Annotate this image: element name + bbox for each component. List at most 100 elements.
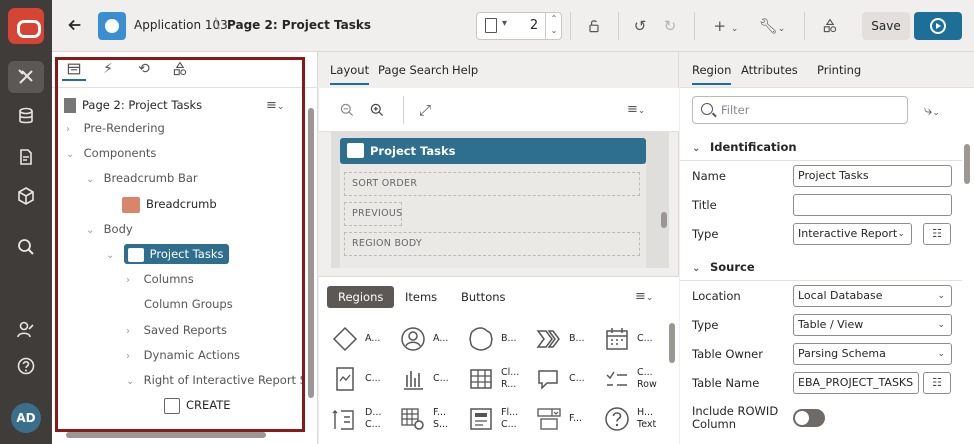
shared-components-icon[interactable]	[818, 14, 842, 38]
chevron-down-icon[interactable]: ⌄	[692, 255, 710, 283]
chevron-down-icon[interactable]: ⌄	[692, 135, 710, 163]
gallery-tab-regions[interactable]: Regions	[327, 286, 395, 308]
app-builder-tools-icon[interactable]	[8, 61, 44, 93]
gallery-item[interactable]: D... C...	[325, 399, 389, 439]
include-rowid-toggle[interactable]	[793, 409, 825, 427]
oracle-logo-icon[interactable]	[8, 8, 44, 44]
gallery-item[interactable]: Fl... C...	[461, 399, 525, 439]
gallery-item[interactable]: C...	[393, 359, 457, 399]
section-source[interactable]: ⌄ Source	[680, 253, 962, 281]
tab-page-search[interactable]: Page Search	[378, 63, 449, 83]
slot-region-body[interactable]: REGION BODY	[344, 232, 640, 256]
tab-printing[interactable]: Printing	[817, 63, 861, 83]
application-icon[interactable]	[98, 12, 126, 40]
gallery-item[interactable]: C...	[529, 359, 593, 399]
go-to-group-icon[interactable]: ⤷⌄	[920, 98, 944, 122]
slot-previous[interactable]: PREVIOUS	[344, 202, 402, 226]
create-menu-icon[interactable]: + ⌄	[708, 14, 744, 38]
gallery-item[interactable]: C...	[597, 319, 661, 359]
tree-menu-icon[interactable]: ≡⌄	[266, 98, 284, 113]
gallery-item[interactable]: B...	[461, 319, 525, 359]
tree-node-pre-rendering[interactable]: › Pre-Rendering	[66, 117, 165, 139]
gallery-tab-buttons[interactable]: Buttons	[450, 286, 517, 308]
run-page-button[interactable]	[914, 12, 962, 40]
gallery-item[interactable]: B...	[529, 319, 593, 359]
tab-attributes[interactable]: Attributes	[741, 63, 798, 83]
tab-shared-components-icon[interactable]	[168, 61, 192, 81]
tab-dynamic-actions-icon[interactable]: ⚡︎	[96, 61, 120, 81]
gallery-item[interactable]: F...	[529, 399, 593, 439]
chevron-right-icon[interactable]: ›	[126, 321, 140, 343]
gallery-menu-icon[interactable]: ≡⌄	[635, 289, 653, 304]
page-selector[interactable]: ▾ 2 ⌃ ⌄	[476, 12, 562, 40]
gallery-item[interactable]: Cl... R...	[461, 359, 525, 399]
tree-node-components[interactable]: ⌄ Components	[66, 142, 156, 164]
filter-input[interactable]	[721, 101, 901, 119]
tab-layout[interactable]: Layout	[330, 63, 370, 85]
name-field[interactable]: Project Tasks	[793, 165, 952, 187]
zoom-out-icon[interactable]	[335, 98, 359, 122]
tree-node-breadcrumb-bar[interactable]: ⌄ Breadcrumb Bar	[86, 167, 198, 189]
breadcrumb-application[interactable]: Application 103	[134, 18, 228, 32]
package-icon[interactable]	[8, 180, 44, 212]
page-number-spinner[interactable]: ⌃ ⌄	[545, 13, 562, 39]
chevron-down-icon[interactable]: ⌄	[86, 169, 100, 191]
tree-node-saved-reports[interactable]: › Saved Reports	[126, 319, 227, 341]
canvas-scrollbar[interactable]	[661, 212, 667, 228]
undo-icon[interactable]: ↺	[628, 14, 652, 38]
region-header[interactable]: Project Tasks	[340, 138, 646, 164]
gallery-item[interactable]: A...	[325, 319, 389, 359]
table-name-list-button[interactable]: ☷	[923, 372, 951, 394]
tree-node-create-button[interactable]: CREATE	[164, 394, 231, 416]
save-button[interactable]: Save	[862, 12, 910, 40]
user-avatar[interactable]: AD	[11, 403, 41, 433]
gallery-item[interactable]: F... S...	[393, 399, 457, 439]
tab-rendering[interactable]	[62, 61, 86, 81]
chevron-down-icon[interactable]: ⌄	[66, 144, 80, 166]
tree-node-project-tasks[interactable]: ⌄ Project Tasks	[106, 243, 230, 267]
gallery-item[interactable]: C...	[325, 359, 389, 399]
chevron-down-icon[interactable]: ⌄	[106, 245, 120, 267]
tree-node-dynamic-actions[interactable]: › Dynamic Actions	[126, 344, 240, 366]
tree-page-node[interactable]: Page 2: Project Tasks	[64, 94, 202, 116]
tab-processing-icon[interactable]: ⟲	[132, 61, 156, 81]
gallery-item[interactable]: A...	[393, 319, 457, 359]
user-settings-icon[interactable]	[8, 314, 44, 346]
zoom-in-icon[interactable]	[365, 98, 389, 122]
tab-help[interactable]: Help	[452, 63, 478, 83]
tab-region[interactable]: Region	[692, 63, 732, 85]
chevron-right-icon[interactable]: ›	[66, 119, 80, 141]
tree-node-columns[interactable]: › Columns	[126, 268, 194, 290]
region-type-select[interactable]: Interactive Report ⌄	[793, 223, 912, 245]
chevron-right-icon[interactable]: ›	[126, 270, 140, 292]
source-type-select[interactable]: Table / View ⌄	[793, 314, 952, 336]
property-scrollbar[interactable]	[964, 144, 970, 184]
utilities-wrench-icon[interactable]: 🔧︎⌄	[754, 14, 790, 38]
expand-icon[interactable]: ⤢	[413, 98, 437, 122]
chevron-down-icon[interactable]: ⌄	[86, 220, 100, 242]
table-owner-select[interactable]: Parsing Schema ⌄	[793, 343, 952, 365]
lock-page-icon[interactable]	[582, 14, 606, 38]
gallery-scrollbar[interactable]	[669, 323, 675, 363]
tree-node-body[interactable]: ⌄ Body	[86, 218, 133, 240]
tree-node-right-of-ir-search[interactable]: ⌄ Right of Interactive Report Search	[126, 369, 302, 391]
page-edit-icon[interactable]	[8, 141, 44, 173]
gallery-item[interactable]: C... Row	[597, 359, 661, 399]
table-name-field[interactable]: EBA_PROJECT_TASKS	[793, 372, 919, 394]
title-field[interactable]	[793, 194, 952, 216]
gallery-item[interactable]: H... Text	[597, 399, 661, 439]
location-select[interactable]: Local Database ⌄	[793, 285, 952, 307]
type-list-button[interactable]: ☷	[923, 223, 951, 245]
chevron-down-icon[interactable]: ▾	[502, 18, 507, 29]
layout-menu-icon[interactable]: ≡⌄	[627, 102, 645, 117]
tree-node-breadcrumb[interactable]: Breadcrumb	[122, 193, 217, 215]
chevron-down-icon[interactable]: ⌄	[126, 371, 140, 391]
gallery-tab-items[interactable]: Items	[394, 286, 448, 308]
redo-icon[interactable]: ↻	[658, 14, 682, 38]
page-number-input[interactable]: 2	[523, 14, 545, 38]
section-identification[interactable]: ⌄ Identification	[680, 133, 962, 161]
database-icon[interactable]	[8, 100, 44, 132]
tree-vertical-scrollbar[interactable]	[308, 108, 314, 398]
tree-horizontal-scrollbar[interactable]	[66, 432, 266, 438]
tree-node-column-groups[interactable]: Column Groups	[144, 293, 233, 315]
